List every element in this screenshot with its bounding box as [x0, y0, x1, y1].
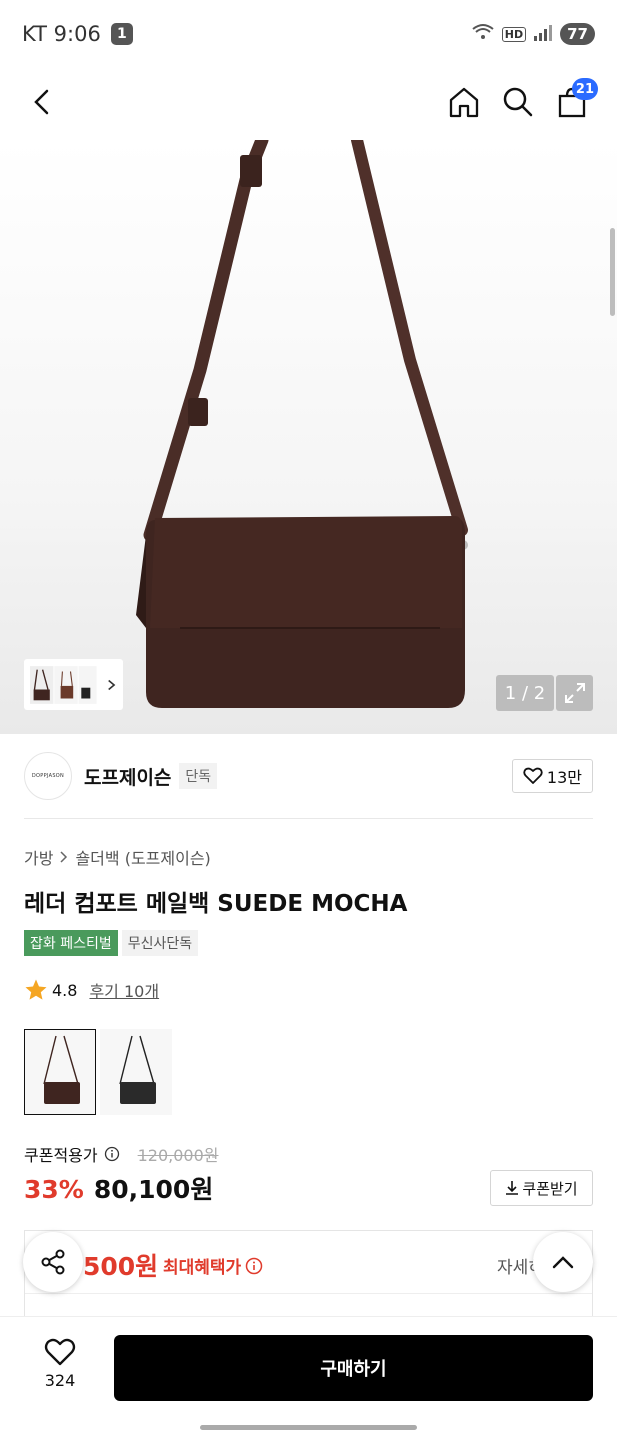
- product-title: 레더 컴포트 메일백 SUEDE MOCHA: [24, 891, 408, 917]
- status-bar: KT 9:06 1 HD 77: [0, 0, 617, 68]
- cart-count-badge: 21: [571, 78, 598, 100]
- brand-row: DOPPJASON 도프제이슨 단독 13만: [24, 752, 593, 800]
- carrier-time: KT 9:06: [22, 22, 101, 46]
- color-variants: [24, 1029, 172, 1115]
- breadcrumb-subcategory[interactable]: 숄더백 (도프제이슨): [75, 845, 210, 869]
- exclusive-tag: 무신사단독: [121, 930, 199, 956]
- wishlist-button[interactable]: 324: [30, 1337, 90, 1397]
- breadcrumb-category[interactable]: 가방: [24, 845, 53, 869]
- star-icon: [25, 979, 47, 1000]
- battery-indicator: 77: [560, 23, 595, 45]
- product-tags: 잡화 페스티벌 무신사단독: [24, 930, 199, 956]
- hd-icon: HD: [501, 26, 527, 42]
- heart-icon: [523, 767, 543, 784]
- expand-icon: [564, 683, 585, 703]
- benefit-label: 최대혜택가: [163, 1253, 263, 1278]
- image-thumbnail-strip[interactable]: [24, 659, 123, 710]
- info-icon[interactable]: [245, 1257, 263, 1275]
- heart-icon: [44, 1338, 76, 1366]
- wishlist-count: 324: [44, 1371, 76, 1390]
- cart-button[interactable]: 21: [550, 78, 598, 124]
- info-icon[interactable]: [104, 1146, 120, 1162]
- variant-mocha[interactable]: [24, 1029, 96, 1115]
- discount-rate: 33%: [24, 1175, 84, 1204]
- search-icon: [503, 87, 533, 117]
- product-image-carousel[interactable]: 1 / 2: [0, 140, 617, 734]
- home-button[interactable]: [442, 80, 486, 124]
- coupon-download-label: 쿠폰받기: [522, 1179, 578, 1198]
- divider: [24, 818, 593, 819]
- chevron-up-icon: [552, 1256, 574, 1269]
- product-image: [136, 140, 468, 708]
- search-button[interactable]: [496, 80, 540, 124]
- share-button[interactable]: [23, 1232, 83, 1292]
- brand-like-button[interactable]: 13만: [511, 759, 593, 793]
- coupon-price-label: 쿠폰적용가: [24, 1146, 98, 1165]
- coupon-download-button[interactable]: 쿠폰받기: [490, 1170, 593, 1206]
- original-price: 120,000원: [137, 1146, 219, 1165]
- home-icon: [449, 87, 479, 118]
- brand-logo[interactable]: DOPPJASON: [24, 752, 72, 800]
- rating-row: 4.8 후기 10개: [24, 978, 159, 1002]
- back-button[interactable]: [20, 80, 64, 124]
- image-page-counter: 1 / 2: [496, 675, 554, 711]
- variant-black[interactable]: [100, 1029, 172, 1115]
- brand-name[interactable]: 도프제이슨: [84, 763, 171, 790]
- review-link[interactable]: 후기 10개: [89, 978, 159, 1002]
- share-icon: [41, 1249, 65, 1275]
- coupon-price-label-row: 쿠폰적용가 120,000원: [24, 1142, 219, 1166]
- variant-image: [43, 1035, 80, 1104]
- expand-image-button[interactable]: [556, 675, 593, 711]
- page-scrollbar[interactable]: [610, 228, 615, 316]
- back-arrow-icon: [34, 89, 49, 115]
- exclusive-badge: 단독: [179, 763, 218, 789]
- chevron-right-icon: [108, 679, 116, 690]
- chevron-right-icon: [60, 851, 68, 863]
- scroll-to-top-button[interactable]: [533, 1232, 593, 1292]
- divider: [25, 1293, 592, 1294]
- top-nav: 21: [0, 70, 617, 134]
- bottom-action-bar: 324 구매하기: [0, 1316, 617, 1416]
- breadcrumb: 가방 숄더백 (도프제이슨): [24, 845, 211, 869]
- rating-value: 4.8: [52, 980, 78, 1000]
- wifi-icon: [472, 22, 494, 46]
- benefit-label-text: 최대혜택가: [163, 1258, 242, 1278]
- signal-icon: [534, 22, 553, 46]
- brand-like-count: 13만: [546, 768, 582, 787]
- thumbnail-images: [30, 665, 97, 704]
- download-icon: [506, 1181, 519, 1195]
- benefit-amount: 500원: [83, 1252, 159, 1281]
- festival-tag: 잡화 페스티벌: [24, 930, 118, 956]
- variant-image: [119, 1035, 156, 1104]
- buy-button[interactable]: 구매하기: [114, 1335, 593, 1401]
- home-indicator[interactable]: [200, 1425, 417, 1430]
- sale-price: 80,100원: [93, 1175, 214, 1204]
- notification-badge: 1: [110, 23, 133, 45]
- price-row: 33% 80,100원: [24, 1170, 213, 1206]
